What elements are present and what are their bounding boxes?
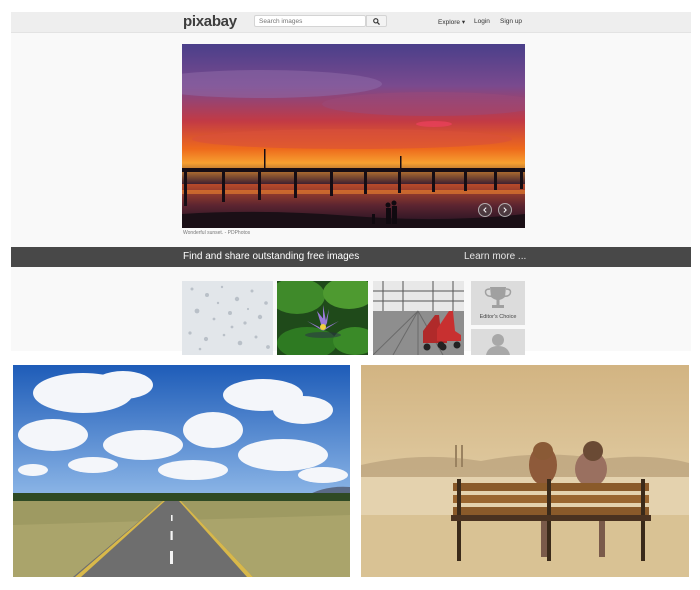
search-input[interactable] — [254, 15, 366, 27]
photo-road-clouds[interactable] — [13, 365, 350, 577]
learn-more-link[interactable]: Learn more ... — [464, 251, 526, 262]
thumbnail-water-drops[interactable] — [182, 281, 273, 355]
editors-choice-label: Editor's Choice — [479, 314, 517, 320]
trophy-icon — [484, 287, 512, 308]
chevron-right-icon — [503, 207, 507, 213]
hero-caption: Wonderful sunset. - PDPhotos — [183, 230, 251, 236]
slider-next-button[interactable] — [498, 203, 512, 217]
thumbnail-roller-skates[interactable] — [373, 281, 464, 355]
thumbnail-lotus-flower[interactable] — [277, 281, 368, 355]
pixabay-logo[interactable]: pixabay — [183, 13, 237, 30]
search-button[interactable] — [366, 15, 387, 27]
explore-menu[interactable]: Explore ▾ — [438, 18, 465, 26]
chevron-left-icon — [483, 207, 487, 213]
hero-image[interactable] — [182, 44, 525, 228]
search-icon — [373, 17, 380, 25]
login-link[interactable]: Login — [474, 18, 490, 25]
signup-link[interactable]: Sign up — [500, 18, 522, 25]
banner-headline: Find and share outstanding free images — [183, 251, 360, 262]
avatar-icon — [486, 334, 510, 355]
slider-prev-button[interactable] — [478, 203, 492, 217]
photo-couple-bench[interactable] — [361, 365, 689, 577]
user-avatar-card[interactable] — [471, 329, 525, 355]
editors-choice-card[interactable]: Editor's Choice — [471, 281, 525, 325]
